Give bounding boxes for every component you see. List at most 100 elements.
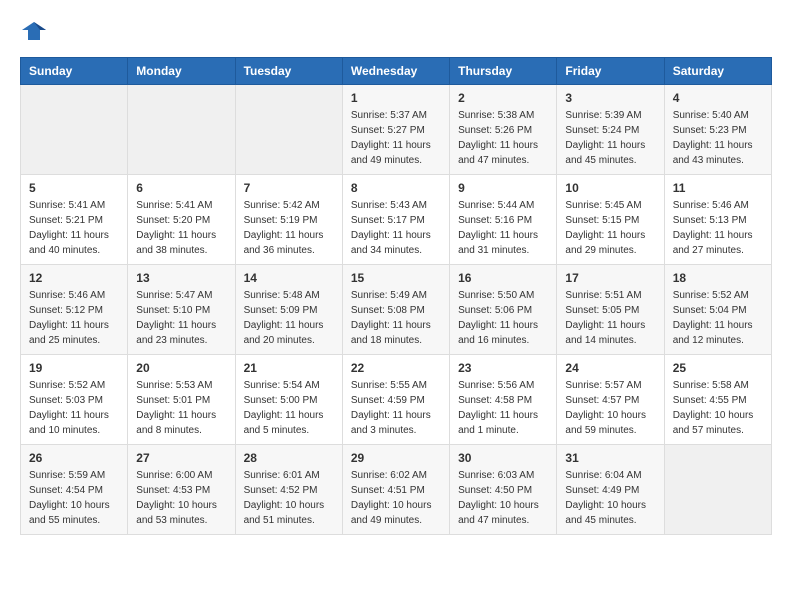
day-cell-18: 18 Sunrise: 5:52 AMSunset: 5:04 PMDayligh… — [664, 265, 771, 355]
day-cell-19: 19 Sunrise: 5:52 AMSunset: 5:03 PMDayligh… — [21, 355, 128, 445]
day-number: 2 — [458, 91, 548, 105]
day-info: Sunrise: 5:41 AMSunset: 5:21 PMDaylight:… — [29, 200, 109, 256]
day-cell-4: 4Sunrise: 5:40 AMSunset: 5:23 PMDaylight… — [664, 85, 771, 175]
day-number: 28 — [244, 451, 334, 465]
day-cell-1: 1Sunrise: 5:37 AMSunset: 5:27 PMDaylight… — [342, 85, 449, 175]
day-info: Sunrise: 5:46 AMSunset: 5:13 PMDaylight:… — [673, 200, 753, 256]
day-info: Sunrise: 5:50 AMSunset: 5:06 PMDaylight:… — [458, 290, 538, 346]
day-cell-8: 8Sunrise: 5:43 AMSunset: 5:17 PMDaylight… — [342, 175, 449, 265]
day-info: Sunrise: 5:53 AMSunset: 5:01 PMDaylight:… — [136, 380, 216, 436]
day-info: Sunrise: 5:37 AMSunset: 5:27 PMDaylight:… — [351, 110, 431, 166]
day-info: Sunrise: 5:48 AMSunset: 5:09 PMDaylight:… — [244, 290, 324, 346]
day-info: Sunrise: 5:45 AMSunset: 5:15 PMDaylight:… — [565, 200, 645, 256]
day-cell-6: 6Sunrise: 5:41 AMSunset: 5:20 PMDaylight… — [128, 175, 235, 265]
day-cell-31: 31 Sunrise: 6:04 AMSunset: 4:49 PMDayligh… — [557, 445, 664, 535]
day-info: Sunrise: 5:55 AMSunset: 4:59 PMDaylight:… — [351, 380, 431, 436]
day-number: 13 — [136, 271, 226, 285]
calendar-table: SundayMondayTuesdayWednesdayThursdayFrid… — [20, 57, 772, 535]
weekday-header-thursday: Thursday — [450, 58, 557, 85]
day-cell-30: 30 Sunrise: 6:03 AMSunset: 4:50 PMDayligh… — [450, 445, 557, 535]
logo — [20, 20, 52, 42]
day-cell-5: 5Sunrise: 5:41 AMSunset: 5:21 PMDaylight… — [21, 175, 128, 265]
day-info: Sunrise: 6:02 AMSunset: 4:51 PMDaylight:… — [351, 470, 432, 526]
day-info: Sunrise: 5:46 AMSunset: 5:12 PMDaylight:… — [29, 290, 109, 346]
day-info: Sunrise: 5:52 AMSunset: 5:03 PMDaylight:… — [29, 380, 109, 436]
page-header — [20, 20, 772, 42]
weekday-header-sunday: Sunday — [21, 58, 128, 85]
day-info: Sunrise: 6:01 AMSunset: 4:52 PMDaylight:… — [244, 470, 325, 526]
day-cell-3: 3 Sunrise: 5:39 AMSunset: 5:24 PMDaylight… — [557, 85, 664, 175]
week-row-2: 5Sunrise: 5:41 AMSunset: 5:21 PMDaylight… — [21, 175, 772, 265]
day-number: 24 — [565, 361, 655, 375]
day-info: Sunrise: 5:58 AMSunset: 4:55 PMDaylight:… — [673, 380, 754, 436]
day-cell-2: 2 Sunrise: 5:38 AMSunset: 5:26 PMDaylight… — [450, 85, 557, 175]
day-cell-16: 16 Sunrise: 5:50 AMSunset: 5:06 PMDayligh… — [450, 265, 557, 355]
day-cell-15: 15 Sunrise: 5:49 AMSunset: 5:08 PMDayligh… — [342, 265, 449, 355]
day-info: Sunrise: 6:03 AMSunset: 4:50 PMDaylight:… — [458, 470, 539, 526]
weekday-header-tuesday: Tuesday — [235, 58, 342, 85]
empty-cell — [21, 85, 128, 175]
day-info: Sunrise: 5:59 AMSunset: 4:54 PMDaylight:… — [29, 470, 110, 526]
day-cell-23: 23 Sunrise: 5:56 AMSunset: 4:58 PMDayligh… — [450, 355, 557, 445]
day-number: 30 — [458, 451, 548, 465]
day-info: Sunrise: 5:39 AMSunset: 5:24 PMDaylight:… — [565, 110, 645, 166]
day-info: Sunrise: 5:52 AMSunset: 5:04 PMDaylight:… — [673, 290, 753, 346]
day-cell-9: 9 Sunrise: 5:44 AMSunset: 5:16 PMDaylight… — [450, 175, 557, 265]
day-cell-14: 14 Sunrise: 5:48 AMSunset: 5:09 PMDayligh… — [235, 265, 342, 355]
day-cell-29: 29 Sunrise: 6:02 AMSunset: 4:51 PMDayligh… — [342, 445, 449, 535]
day-cell-20: 20 Sunrise: 5:53 AMSunset: 5:01 PMDayligh… — [128, 355, 235, 445]
day-cell-26: 26 Sunrise: 5:59 AMSunset: 4:54 PMDayligh… — [21, 445, 128, 535]
day-number: 15 — [351, 271, 441, 285]
day-number: 26 — [29, 451, 119, 465]
day-number: 23 — [458, 361, 548, 375]
day-cell-12: 12 Sunrise: 5:46 AMSunset: 5:12 PMDayligh… — [21, 265, 128, 355]
day-number: 12 — [29, 271, 119, 285]
day-cell-27: 27Sunrise: 6:00 AMSunset: 4:53 PMDayligh… — [128, 445, 235, 535]
weekday-header-friday: Friday — [557, 58, 664, 85]
day-cell-7: 7 Sunrise: 5:42 AMSunset: 5:19 PMDaylight… — [235, 175, 342, 265]
day-number: 14 — [244, 271, 334, 285]
day-number: 16 — [458, 271, 548, 285]
day-number: 20 — [136, 361, 226, 375]
week-row-3: 12 Sunrise: 5:46 AMSunset: 5:12 PMDayligh… — [21, 265, 772, 355]
day-number: 17 — [565, 271, 655, 285]
day-number: 8 — [351, 181, 441, 195]
day-info: Sunrise: 5:44 AMSunset: 5:16 PMDaylight:… — [458, 200, 538, 256]
day-number: 10 — [565, 181, 655, 195]
day-cell-21: 21Sunrise: 5:54 AMSunset: 5:00 PMDayligh… — [235, 355, 342, 445]
day-info: Sunrise: 5:42 AMSunset: 5:19 PMDaylight:… — [244, 200, 324, 256]
weekday-header-saturday: Saturday — [664, 58, 771, 85]
day-cell-11: 11 Sunrise: 5:46 AMSunset: 5:13 PMDayligh… — [664, 175, 771, 265]
day-number: 22 — [351, 361, 441, 375]
day-cell-17: 17 Sunrise: 5:51 AMSunset: 5:05 PMDayligh… — [557, 265, 664, 355]
day-number: 11 — [673, 181, 763, 195]
week-row-1: 1Sunrise: 5:37 AMSunset: 5:27 PMDaylight… — [21, 85, 772, 175]
day-number: 18 — [673, 271, 763, 285]
day-info: Sunrise: 6:04 AMSunset: 4:49 PMDaylight:… — [565, 470, 646, 526]
day-number: 9 — [458, 181, 548, 195]
weekday-header-row: SundayMondayTuesdayWednesdayThursdayFrid… — [21, 58, 772, 85]
day-number: 19 — [29, 361, 119, 375]
day-number: 3 — [565, 91, 655, 105]
day-number: 25 — [673, 361, 763, 375]
day-info: Sunrise: 5:56 AMSunset: 4:58 PMDaylight:… — [458, 380, 538, 436]
day-number: 21 — [244, 361, 334, 375]
day-number: 29 — [351, 451, 441, 465]
empty-cell — [128, 85, 235, 175]
day-info: Sunrise: 5:51 AMSunset: 5:05 PMDaylight:… — [565, 290, 645, 346]
day-cell-28: 28 Sunrise: 6:01 AMSunset: 4:52 PMDayligh… — [235, 445, 342, 535]
day-number: 7 — [244, 181, 334, 195]
day-info: Sunrise: 5:49 AMSunset: 5:08 PMDaylight:… — [351, 290, 431, 346]
day-info: Sunrise: 5:57 AMSunset: 4:57 PMDaylight:… — [565, 380, 646, 436]
day-cell-10: 10 Sunrise: 5:45 AMSunset: 5:15 PMDayligh… — [557, 175, 664, 265]
day-info: Sunrise: 5:47 AMSunset: 5:10 PMDaylight:… — [136, 290, 216, 346]
day-info: Sunrise: 5:41 AMSunset: 5:20 PMDaylight:… — [136, 200, 216, 256]
day-info: Sunrise: 5:38 AMSunset: 5:26 PMDaylight:… — [458, 110, 538, 166]
day-number: 4 — [673, 91, 763, 105]
empty-cell — [664, 445, 771, 535]
empty-cell — [235, 85, 342, 175]
day-number: 31 — [565, 451, 655, 465]
day-cell-25: 25 Sunrise: 5:58 AMSunset: 4:55 PMDayligh… — [664, 355, 771, 445]
day-cell-13: 13 Sunrise: 5:47 AMSunset: 5:10 PMDayligh… — [128, 265, 235, 355]
day-number: 27 — [136, 451, 226, 465]
